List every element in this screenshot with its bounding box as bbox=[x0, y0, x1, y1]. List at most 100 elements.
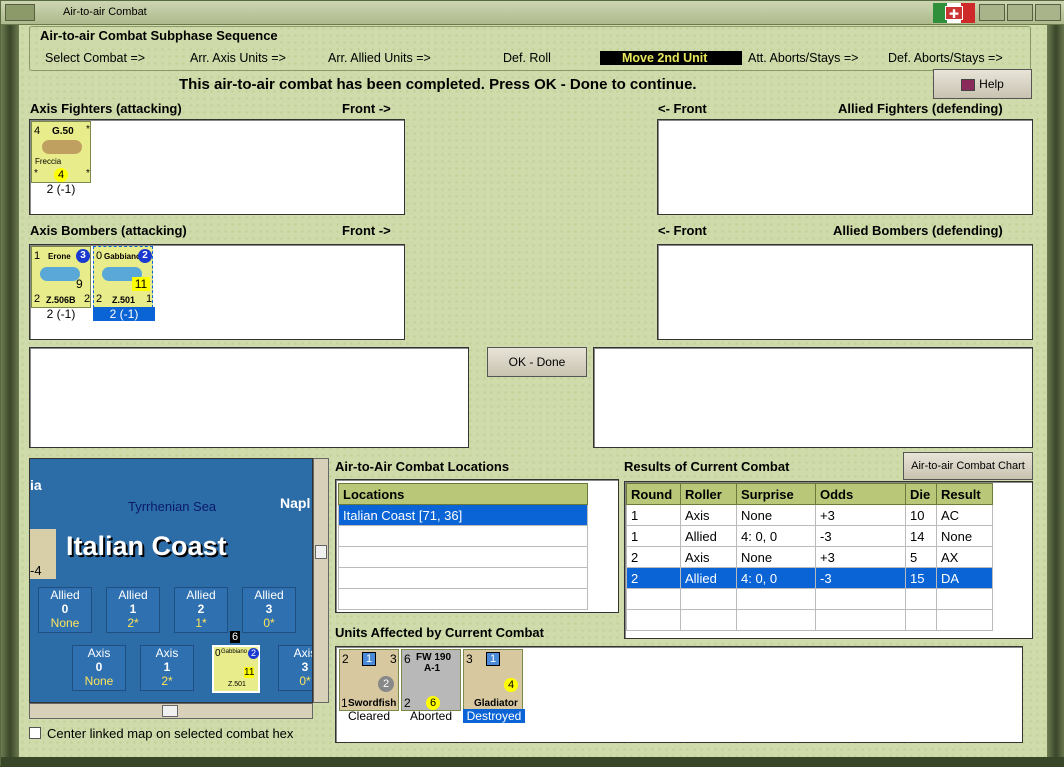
map-vertical-scrollbar[interactable] bbox=[313, 458, 329, 703]
counter-defense: 2 bbox=[404, 696, 411, 710]
unit-counter-erone[interactable]: 1 Erone 3 9 2 Z.506B 2 bbox=[31, 246, 91, 308]
box-num: 3 bbox=[265, 602, 273, 616]
col-surprise: Surprise bbox=[736, 483, 816, 505]
box-num: 1 bbox=[163, 660, 171, 674]
counter-model: Z.501 bbox=[112, 295, 136, 305]
unit-counter-gabbiano[interactable]: 0 Gabbiano 2 11 2 Z.501 1 bbox=[93, 246, 153, 308]
axis-box-0[interactable]: Axis 0 None bbox=[72, 645, 126, 691]
minimize-button[interactable] bbox=[979, 4, 1005, 21]
plane-icon bbox=[42, 140, 82, 154]
empty-cell bbox=[905, 588, 937, 610]
result-row-selected[interactable]: 2 Allied 4: 0, 0 -3 15 DA bbox=[626, 567, 993, 589]
box-num: 0 bbox=[95, 660, 103, 674]
linked-map[interactable]: ia Tyrrhenian Sea Napl -4 Italian Coast … bbox=[29, 458, 313, 703]
map-land-hex: -4 bbox=[30, 529, 56, 579]
locations-list[interactable]: Locations Italian Coast [71, 36] bbox=[335, 479, 619, 613]
box-side: Axis bbox=[155, 646, 179, 660]
counter-value: 4 bbox=[504, 678, 518, 692]
counter-badge: 2 bbox=[248, 648, 259, 659]
counter-value: 6 bbox=[426, 696, 440, 710]
title-bar: Air-to-air Combat ✚ bbox=[1, 1, 1064, 25]
allied-bombers-box[interactable] bbox=[657, 244, 1033, 340]
counter-value: 11 bbox=[132, 277, 150, 291]
allied-fighters-front: <- Front bbox=[658, 101, 707, 116]
result-row[interactable]: 1 Allied 4: 0, 0 -3 14 None bbox=[626, 525, 993, 547]
empty-cell bbox=[626, 609, 681, 631]
location-row[interactable]: Italian Coast [71, 36] bbox=[338, 504, 588, 526]
box-side: Axis bbox=[87, 646, 111, 660]
axis-box-1[interactable]: Axis 1 2* bbox=[140, 645, 194, 691]
counter-caption-selected: Destroyed bbox=[463, 709, 525, 723]
allied-box-1[interactable]: Allied 1 2* bbox=[106, 587, 160, 633]
counter-star: * bbox=[86, 168, 90, 179]
status-message: This air-to-air combat has been complete… bbox=[179, 76, 697, 93]
counter-attack: 6 bbox=[404, 652, 411, 666]
cell: 5 bbox=[905, 546, 937, 568]
empty-cell bbox=[936, 609, 993, 631]
unit-counter-swordfish[interactable]: 2 1 3 2 1 Swordfish bbox=[339, 649, 399, 711]
counter-caption: Aborted bbox=[409, 709, 453, 723]
frame-right bbox=[1047, 25, 1064, 767]
counter-attack: 4 bbox=[34, 125, 41, 137]
col-result: Result bbox=[936, 483, 993, 505]
cell: -3 bbox=[815, 567, 906, 589]
box-num: 1 bbox=[129, 602, 137, 616]
axis-info-box bbox=[29, 347, 469, 448]
cell: 1 bbox=[626, 525, 681, 547]
empty-cell bbox=[736, 609, 816, 631]
axis-box-3[interactable]: Axis30* bbox=[278, 645, 312, 691]
axis-bombers-label: Axis Bombers (attacking) bbox=[30, 223, 187, 238]
counter-circle: 2 bbox=[378, 676, 394, 692]
locations-header: Locations bbox=[338, 483, 588, 505]
counter-star: * bbox=[86, 124, 90, 135]
counter-name: G.50 bbox=[52, 126, 74, 137]
combat-chart-button[interactable]: Air-to-air Combat Chart bbox=[903, 452, 1033, 480]
empty-cell bbox=[680, 588, 737, 610]
maximize-button[interactable] bbox=[1007, 4, 1033, 21]
hscroll-thumb[interactable] bbox=[162, 705, 178, 717]
map-label-left: ia bbox=[30, 477, 42, 493]
cell: None bbox=[936, 525, 993, 547]
counter-range: 1 bbox=[146, 293, 153, 305]
result-row[interactable]: 1 Axis None +3 10 AC bbox=[626, 504, 993, 526]
counter-defense: 2 bbox=[34, 293, 41, 305]
allied-fighters-box[interactable] bbox=[657, 119, 1033, 215]
col-die: Die bbox=[905, 483, 937, 505]
result-row[interactable]: 2 Axis None +3 5 AX bbox=[626, 546, 993, 568]
window: Air-to-air Combat ✚ Air-to-air Combat Su… bbox=[0, 0, 1064, 767]
vscroll-thumb[interactable] bbox=[315, 545, 327, 559]
counter-star: * bbox=[34, 168, 38, 179]
counter-name: Gladiator bbox=[474, 698, 518, 709]
counter-attack: 0 bbox=[96, 250, 103, 262]
col-roller: Roller bbox=[680, 483, 737, 505]
box-side: Allied bbox=[118, 588, 148, 602]
counter-value: 9 bbox=[76, 277, 83, 291]
results-title: Results of Current Combat bbox=[624, 459, 790, 474]
map-unit-counter[interactable]: 0 Gabbiano 2 11 Z.501 bbox=[212, 645, 260, 693]
ok-done-button[interactable]: OK - Done bbox=[487, 347, 587, 377]
affected-title: Units Affected by Current Combat bbox=[335, 625, 544, 640]
cell: +3 bbox=[815, 546, 906, 568]
unit-counter-g50[interactable]: 4 G.50 * Freccia * 4 * bbox=[31, 121, 91, 183]
cell: 1 bbox=[626, 504, 681, 526]
unit-counter-gladiator[interactable]: 3 1 4 Gladiator bbox=[463, 649, 523, 711]
empty-cell bbox=[338, 567, 588, 589]
window-menu-icon[interactable] bbox=[5, 4, 35, 21]
empty-cell bbox=[905, 609, 937, 631]
map-horizontal-scrollbar[interactable] bbox=[29, 703, 313, 719]
step-def-roll: Def. Roll bbox=[503, 51, 551, 65]
help-button[interactable]: Help bbox=[933, 69, 1032, 99]
center-map-checkbox[interactable] bbox=[29, 727, 41, 739]
step-select-combat: Select Combat => bbox=[45, 51, 146, 65]
center-map-label: Center linked map on selected combat hex bbox=[47, 726, 294, 741]
allied-box-3[interactable]: Allied 3 0* bbox=[242, 587, 296, 633]
close-button[interactable] bbox=[1035, 4, 1061, 21]
counter-name: Erone bbox=[48, 252, 71, 261]
counter-name: FW 190 bbox=[416, 652, 452, 663]
counter-badge: 1 bbox=[362, 652, 376, 666]
cell: -3 bbox=[815, 525, 906, 547]
allied-box-0[interactable]: Allied 0 None bbox=[38, 587, 92, 633]
counter-value: 11 bbox=[244, 667, 255, 678]
unit-counter-fw190[interactable]: 6 FW 190 A-1 2 6 bbox=[401, 649, 461, 711]
allied-box-2[interactable]: Allied 2 1* bbox=[174, 587, 228, 633]
